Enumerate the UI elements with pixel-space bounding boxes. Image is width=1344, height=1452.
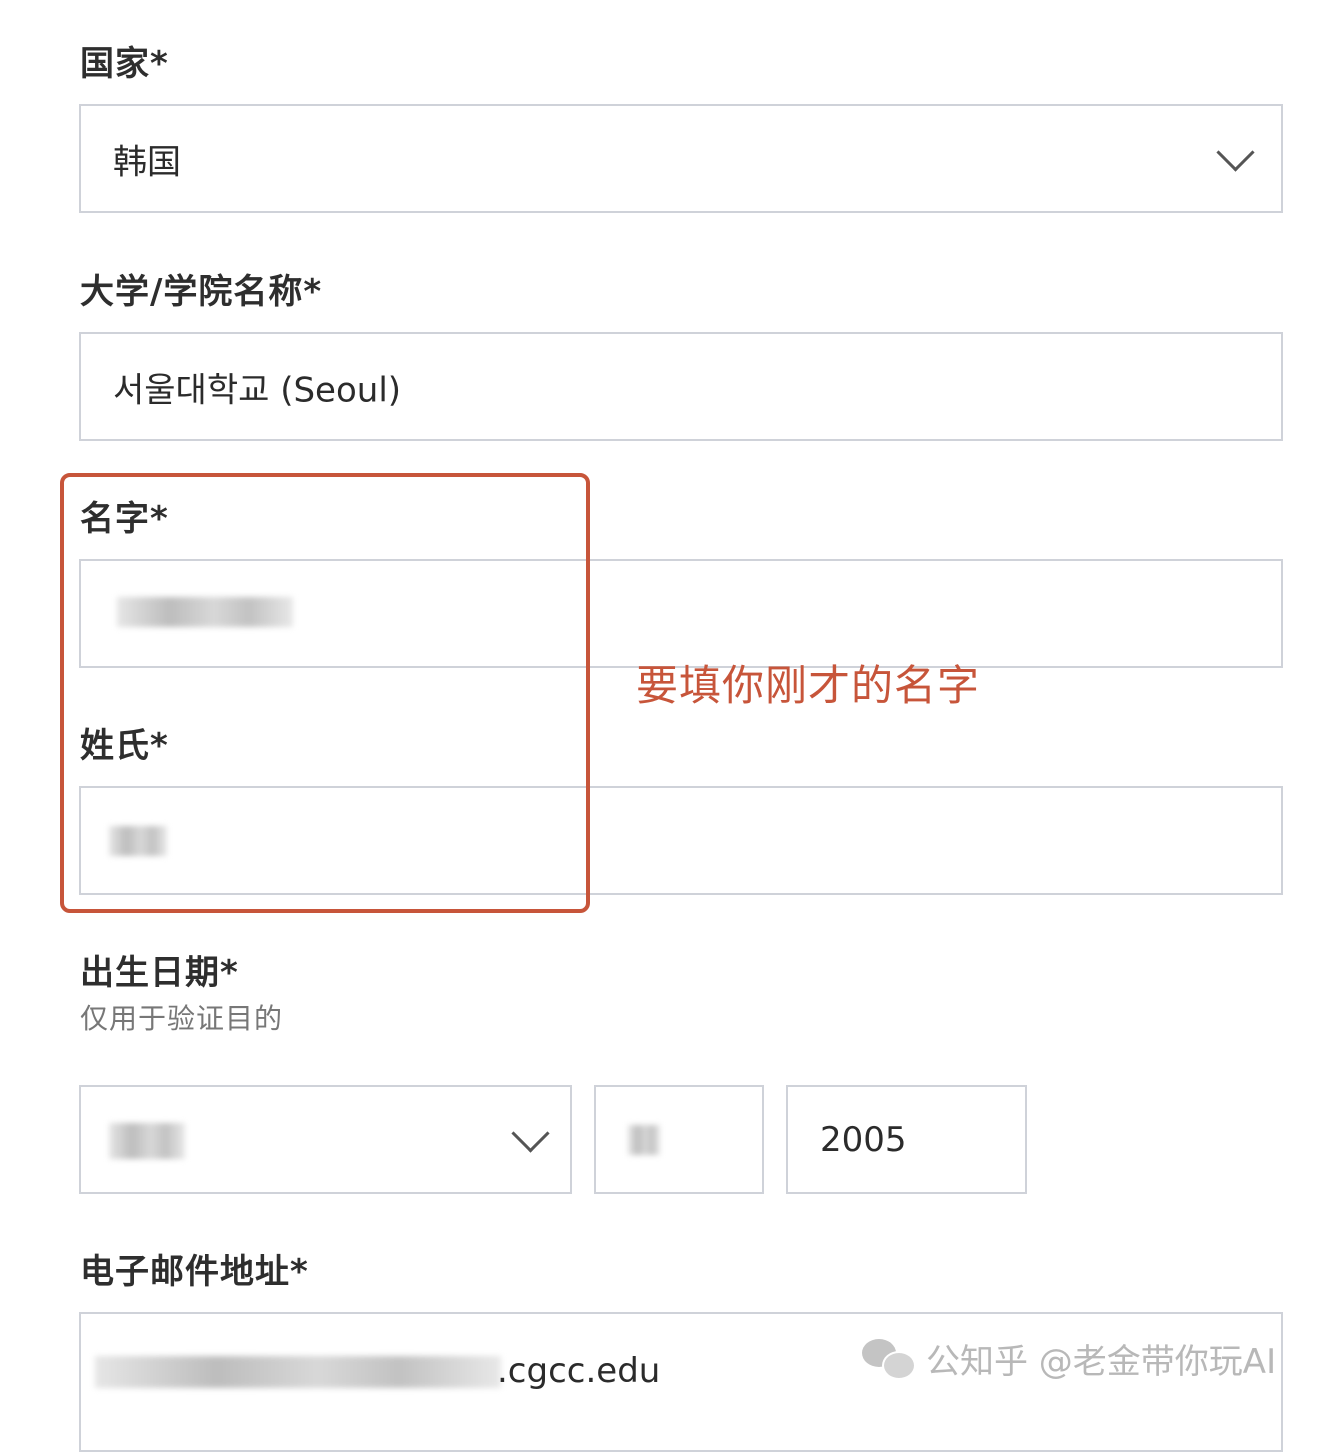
- birth-month-select[interactable]: [79, 1085, 572, 1194]
- watermark: 公知乎 @老金带你玩AI: [862, 1334, 1276, 1383]
- annotation-note: 要填你刚才的名字: [636, 661, 981, 710]
- redacted-email-local-part: [95, 1356, 501, 1388]
- redacted-birth-day: [628, 1125, 660, 1155]
- wechat-icon: [862, 1338, 916, 1380]
- country-label: 国家*: [80, 44, 169, 84]
- country-select[interactable]: 韩国: [79, 104, 1283, 213]
- redacted-birth-month: [109, 1123, 185, 1159]
- university-input-value: 서울대학교 (Seoul): [113, 370, 402, 410]
- university-input[interactable]: 서울대학교 (Seoul): [79, 332, 1283, 441]
- email-input-value: .cgcc.edu: [497, 1351, 661, 1391]
- birth-year-input[interactable]: 2005: [786, 1085, 1027, 1194]
- birth-year-value: 2005: [820, 1119, 907, 1160]
- annotation-highlight-box: [60, 473, 590, 913]
- chevron-down-icon: [1216, 132, 1255, 172]
- birth-date-hint: 仅用于验证目的: [80, 1002, 284, 1035]
- birth-date-label: 出生日期*: [80, 953, 239, 993]
- country-select-value: 韩国: [113, 142, 181, 182]
- birth-day-input[interactable]: [594, 1085, 764, 1194]
- chevron-down-icon: [511, 1113, 550, 1153]
- university-label: 大学/学院名称*: [80, 272, 323, 312]
- watermark-text: 公知乎 @老金带你玩AI: [926, 1342, 1277, 1382]
- email-label: 电子邮件地址*: [80, 1252, 309, 1292]
